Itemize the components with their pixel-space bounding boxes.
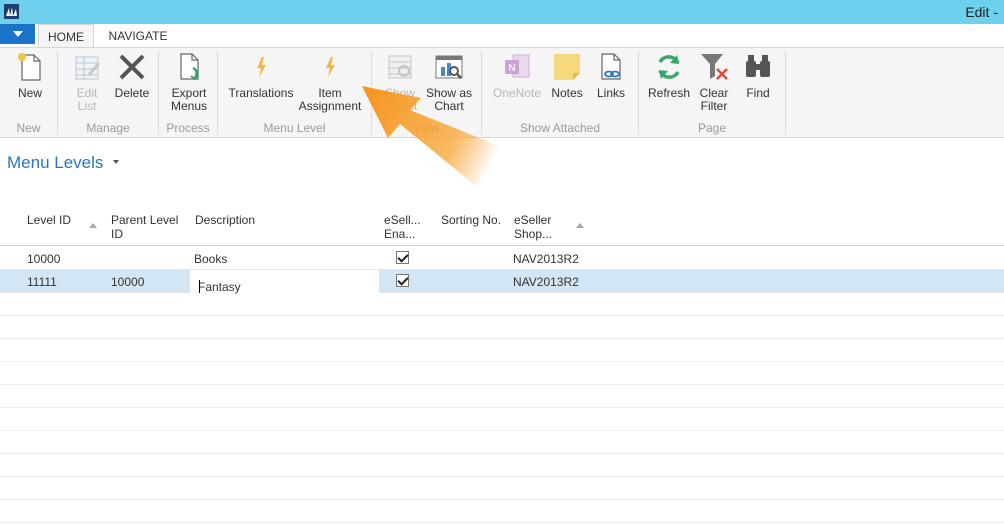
description-edit-value: Fantasy	[198, 280, 241, 294]
table-row[interactable]: 11111 10000 Fantasy NAV2013R2	[0, 270, 1004, 294]
column-header-eseller-enabled[interactable]: eSell... Ena...	[384, 213, 421, 241]
translations-label: Translations	[228, 86, 294, 100]
window-titlebar: Edit -	[0, 0, 1004, 24]
refresh-button[interactable]: Refresh	[646, 51, 692, 100]
cell-shop: NAV2013R2	[513, 252, 579, 266]
column-header-sorting-no[interactable]: Sorting No.	[441, 213, 501, 227]
header-divider	[0, 245, 1004, 246]
svg-text:N: N	[508, 63, 515, 74]
column-header-parent-level-id-line2: ID	[111, 227, 123, 241]
link-icon	[601, 53, 621, 80]
empty-row-divider	[0, 361, 1004, 362]
delete-button[interactable]: Delete	[112, 51, 152, 100]
empty-row-divider	[0, 384, 1004, 385]
refresh-label: Refresh	[647, 86, 691, 100]
column-header-parent-level-id-line1: Parent Level	[111, 213, 179, 227]
column-header-level-id[interactable]: Level ID	[27, 213, 71, 227]
delete-label: Delete	[114, 86, 150, 100]
lightning-icon	[326, 57, 335, 77]
column-header-description[interactable]: Description	[195, 213, 255, 227]
binoculars-icon	[746, 55, 770, 77]
empty-row-divider	[0, 476, 1004, 477]
column-header-eseller-shop-line2: Shop...	[514, 227, 553, 241]
new-document-icon	[18, 53, 41, 81]
show-as-list-icon	[388, 55, 412, 79]
show-as-list-button[interactable]: Show as List	[380, 51, 420, 113]
edit-list-label-2: List	[77, 99, 97, 113]
edit-list-icon	[75, 56, 101, 80]
window-title: Edit -	[965, 4, 998, 20]
column-header-eseller-enabled-line1: eSell...	[384, 213, 421, 227]
column-header-parent-level-id[interactable]: Parent Level ID	[111, 213, 178, 241]
refresh-icon	[658, 55, 680, 79]
empty-row-divider	[0, 499, 1004, 500]
text-cursor	[199, 280, 200, 293]
links-label: Links	[596, 86, 625, 100]
enabled-checkbox[interactable]	[396, 251, 409, 264]
group-label-menu-level: Menu Level	[263, 121, 326, 135]
item-assignment-button[interactable]: Item Assignment	[296, 51, 364, 113]
enabled-checkbox[interactable]	[396, 274, 409, 287]
cell-level-id: 10000	[27, 252, 61, 266]
show-as-chart-label-2: Chart	[434, 99, 464, 113]
onenote-icon: N	[505, 54, 530, 78]
empty-row-divider	[0, 430, 1004, 431]
note-icon	[554, 54, 580, 80]
description-edit-field[interactable]: Fantasy	[190, 270, 379, 294]
clear-filter-button[interactable]: Clear Filter	[694, 51, 734, 113]
empty-row-divider	[0, 338, 1004, 339]
empty-row-divider	[0, 522, 1004, 523]
export-menus-label-2: Menus	[170, 99, 208, 113]
column-header-eseller-shop-line1: eSeller	[514, 213, 552, 227]
empty-row-divider	[0, 315, 1004, 316]
onenote-label: OneNote	[492, 86, 542, 100]
tab-home[interactable]: HOME	[38, 24, 94, 48]
find-label: Find	[746, 86, 770, 100]
group-label-process: Process	[166, 121, 210, 135]
column-header-eseller-enabled-line2: Ena...	[384, 227, 416, 241]
edit-list-button[interactable]: Edit List	[68, 51, 106, 113]
tab-navigate[interactable]: NAVIGATE	[98, 24, 178, 48]
empty-row-divider	[0, 407, 1004, 408]
clear-filter-label-2: Filter	[700, 99, 728, 113]
sort-ascending-icon	[89, 223, 97, 228]
show-as-chart-button[interactable]: Show as Chart	[424, 51, 474, 113]
cell-parent-level-id: 10000	[111, 275, 145, 289]
group-label-new: New	[16, 121, 41, 135]
delete-x-icon	[119, 54, 145, 80]
column-header-eseller-shop[interactable]: eSeller Shop...	[514, 213, 552, 241]
page-title[interactable]: Menu Levels	[7, 153, 103, 173]
new-button[interactable]: New	[12, 51, 48, 100]
cell-shop: NAV2013R2	[513, 275, 579, 289]
notes-button[interactable]: Notes	[548, 51, 586, 100]
ribbon-tab-strip: HOME NAVIGATE	[0, 24, 1004, 48]
lightning-icon	[257, 57, 266, 77]
ribbon: New New Manage Edit List Delete Process …	[0, 47, 1004, 138]
export-icon	[180, 53, 199, 81]
links-button[interactable]: Links	[592, 51, 630, 100]
group-label-manage: Manage	[86, 121, 130, 135]
dynamics-logo-icon	[4, 4, 19, 19]
group-label-show-attached: Show Attached	[519, 121, 601, 135]
onenote-button[interactable]: N OneNote	[490, 51, 544, 100]
group-label-page: Page	[697, 121, 727, 135]
show-as-chart-icon	[435, 55, 463, 79]
application-menu-button[interactable]	[0, 24, 35, 44]
group-label-view: View	[413, 121, 440, 135]
new-label: New	[17, 86, 42, 100]
export-menus-button[interactable]: Export Menus	[168, 51, 210, 113]
item-assignment-label-2: Assignment	[298, 99, 362, 113]
cell-level-id: 11111	[27, 275, 57, 289]
clear-filter-icon	[701, 54, 728, 80]
notes-label: Notes	[551, 86, 583, 100]
cell-description: Books	[194, 252, 228, 266]
find-button[interactable]: Find	[740, 51, 776, 100]
page-title-dropdown-icon[interactable]	[113, 160, 119, 164]
sort-ascending-icon	[576, 223, 584, 228]
translations-button[interactable]: Translations	[226, 51, 296, 100]
show-as-list-label-2: as List	[382, 99, 418, 113]
empty-row-divider	[0, 453, 1004, 454]
table-row[interactable]: 10000 Books NAV2013R2	[0, 247, 1004, 270]
